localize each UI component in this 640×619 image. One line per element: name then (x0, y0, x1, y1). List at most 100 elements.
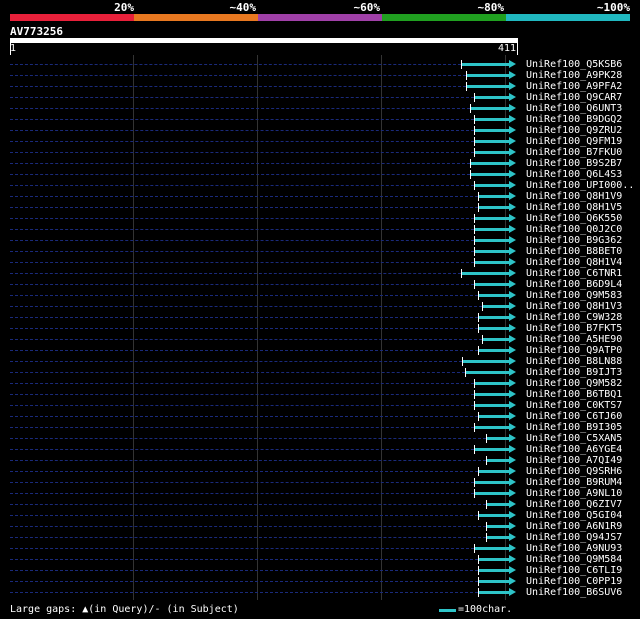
hit-label[interactable]: UniRef100_Q9ATP0 (526, 345, 622, 356)
hit-alignment-bar[interactable] (478, 580, 509, 583)
hit-row[interactable]: UniRef100_C6TJ60 (0, 411, 640, 422)
hit-alignment-bar[interactable] (470, 173, 509, 176)
hit-label[interactable]: UniRef100_C9W328 (526, 312, 622, 323)
hit-row[interactable]: UniRef100_B9IJT3 (0, 367, 640, 378)
hit-row[interactable]: UniRef100_A9NL10 (0, 488, 640, 499)
hit-row[interactable]: UniRef100_A9NU93 (0, 543, 640, 554)
hit-alignment-bar[interactable] (478, 316, 509, 319)
hit-label[interactable]: UniRef100_C0KTS7 (526, 400, 622, 411)
hit-row[interactable]: UniRef100_Q9ZRU2 (0, 125, 640, 136)
hit-row[interactable]: UniRef100_B7FKT5 (0, 323, 640, 334)
hit-alignment-bar[interactable] (474, 448, 509, 451)
hit-row[interactable]: UniRef100_C5XAN5 (0, 433, 640, 444)
hit-alignment-bar[interactable] (486, 437, 509, 440)
hit-label[interactable]: UniRef100_Q0J2C0 (526, 224, 622, 235)
hit-row[interactable]: UniRef100_Q9M583 (0, 290, 640, 301)
hit-label[interactable]: UniRef100_C0PP19 (526, 576, 622, 587)
hit-label[interactable]: UniRef100_Q9M582 (526, 378, 622, 389)
hit-alignment-bar[interactable] (478, 349, 509, 352)
hit-alignment-bar[interactable] (478, 415, 509, 418)
hit-alignment-bar[interactable] (470, 107, 509, 110)
hit-alignment-bar[interactable] (474, 492, 509, 495)
hit-row[interactable]: UniRef100_A9PFA2 (0, 81, 640, 92)
hit-alignment-bar[interactable] (478, 569, 509, 572)
hit-label[interactable]: UniRef100_Q9FM19 (526, 136, 622, 147)
hit-alignment-bar[interactable] (478, 514, 509, 517)
hit-label[interactable]: UniRef100_B9G362 (526, 235, 622, 246)
hit-row[interactable]: UniRef100_B9DGQ2 (0, 114, 640, 125)
hit-alignment-bar[interactable] (465, 371, 509, 374)
hit-label[interactable]: UniRef100_UPI000.. (526, 180, 634, 191)
hit-row[interactable]: UniRef100_Q6K550 (0, 213, 640, 224)
hit-alignment-bar[interactable] (474, 184, 509, 187)
hit-row[interactable]: UniRef100_Q9M582 (0, 378, 640, 389)
hit-label[interactable]: UniRef100_A6N1R9 (526, 521, 622, 532)
hit-row[interactable]: UniRef100_Q9SRH6 (0, 466, 640, 477)
hit-label[interactable]: UniRef100_Q9ZRU2 (526, 125, 622, 136)
hit-alignment-bar[interactable] (474, 140, 509, 143)
hit-row[interactable]: UniRef100_Q94JS7 (0, 532, 640, 543)
hit-label[interactable]: UniRef100_B9DGQ2 (526, 114, 622, 125)
hit-row[interactable]: UniRef100_Q6ZIV7 (0, 499, 640, 510)
hit-alignment-bar[interactable] (474, 239, 509, 242)
hit-row[interactable]: UniRef100_B9S2B7 (0, 158, 640, 169)
hit-label[interactable]: UniRef100_C5XAN5 (526, 433, 622, 444)
hit-row[interactable]: UniRef100_Q8H1V3 (0, 301, 640, 312)
hit-alignment-bar[interactable] (474, 96, 509, 99)
hit-label[interactable]: UniRef100_B6TBQ1 (526, 389, 622, 400)
hit-label[interactable]: UniRef100_Q8H1V9 (526, 191, 622, 202)
hit-alignment-bar[interactable] (474, 393, 509, 396)
hit-label[interactable]: UniRef100_Q6K550 (526, 213, 622, 224)
hit-label[interactable]: UniRef100_A6YGE4 (526, 444, 622, 455)
hit-row[interactable]: UniRef100_C0PP19 (0, 576, 640, 587)
hit-alignment-bar[interactable] (474, 261, 509, 264)
hit-label[interactable]: UniRef100_Q94JS7 (526, 532, 622, 543)
hit-label[interactable]: UniRef100_Q9CAR7 (526, 92, 622, 103)
hit-row[interactable]: UniRef100_UPI000.. (0, 180, 640, 191)
hit-alignment-bar[interactable] (474, 481, 509, 484)
hit-label[interactable]: UniRef100_A9NL10 (526, 488, 622, 499)
hit-label[interactable]: UniRef100_C6TJ60 (526, 411, 622, 422)
hit-row[interactable]: UniRef100_C9W328 (0, 312, 640, 323)
hit-label[interactable]: UniRef100_B9IJT3 (526, 367, 622, 378)
hit-label[interactable]: UniRef100_B6SUV6 (526, 587, 622, 598)
hit-row[interactable]: UniRef100_Q8H1V9 (0, 191, 640, 202)
hit-label[interactable]: UniRef100_B8BET0 (526, 246, 622, 257)
hit-alignment-bar[interactable] (486, 459, 509, 462)
hit-alignment-bar[interactable] (482, 305, 509, 308)
hit-label[interactable]: UniRef100_Q8H1V5 (526, 202, 622, 213)
hit-row[interactable]: UniRef100_A7QI49 (0, 455, 640, 466)
hit-row[interactable]: UniRef100_B6SUV6 (0, 587, 640, 598)
hit-label[interactable]: UniRef100_C6TLI9 (526, 565, 622, 576)
hit-alignment-bar[interactable] (478, 558, 509, 561)
hit-row[interactable]: UniRef100_Q9CAR7 (0, 92, 640, 103)
hit-label[interactable]: UniRef100_Q6L4S3 (526, 169, 622, 180)
hit-row[interactable]: UniRef100_Q5GI04 (0, 510, 640, 521)
hit-row[interactable]: UniRef100_B6TBQ1 (0, 389, 640, 400)
hit-alignment-bar[interactable] (470, 162, 509, 165)
hit-label[interactable]: UniRef100_Q5GI04 (526, 510, 622, 521)
hit-label[interactable]: UniRef100_A9NU93 (526, 543, 622, 554)
hit-row[interactable]: UniRef100_C6TNR1 (0, 268, 640, 279)
hit-alignment-bar[interactable] (474, 129, 509, 132)
hit-label[interactable]: UniRef100_B7FKT5 (526, 323, 622, 334)
hit-alignment-bar[interactable] (474, 250, 509, 253)
hit-row[interactable]: UniRef100_Q9M584 (0, 554, 640, 565)
hit-row[interactable]: UniRef100_Q8H1V5 (0, 202, 640, 213)
hit-row[interactable]: UniRef100_B6D9L4 (0, 279, 640, 290)
hit-label[interactable]: UniRef100_Q5KSB6 (526, 59, 622, 70)
hit-label[interactable]: UniRef100_Q6ZIV7 (526, 499, 622, 510)
hit-alignment-bar[interactable] (461, 272, 509, 275)
hit-row[interactable]: UniRef100_B9G362 (0, 235, 640, 246)
hit-label[interactable]: UniRef100_B7FKU0 (526, 147, 622, 158)
hit-label[interactable]: UniRef100_Q9M583 (526, 290, 622, 301)
hit-row[interactable]: UniRef100_B7FKU0 (0, 147, 640, 158)
hit-label[interactable]: UniRef100_Q9M584 (526, 554, 622, 565)
hit-row[interactable]: UniRef100_B8BET0 (0, 246, 640, 257)
hit-row[interactable]: UniRef100_C0KTS7 (0, 400, 640, 411)
hit-label[interactable]: UniRef100_Q6UNT3 (526, 103, 622, 114)
hit-alignment-bar[interactable] (478, 195, 509, 198)
hit-label[interactable]: UniRef100_Q9SRH6 (526, 466, 622, 477)
hit-alignment-bar[interactable] (482, 338, 509, 341)
hit-alignment-bar[interactable] (478, 206, 509, 209)
